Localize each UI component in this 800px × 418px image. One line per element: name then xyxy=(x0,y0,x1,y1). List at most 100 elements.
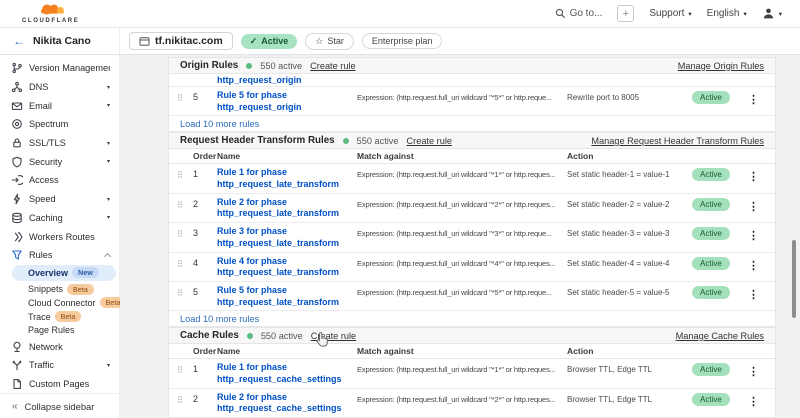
sidebar-item-traffic[interactable]: Traffic ▾ xyxy=(0,356,119,375)
sidebar-item-spectrum[interactable]: Spectrum xyxy=(0,115,119,134)
sidebar-item-network[interactable]: Network xyxy=(0,337,119,356)
status-dot-icon xyxy=(343,138,349,144)
sidebar-subitem-cloud-connector[interactable]: Cloud Connector Beta xyxy=(0,296,119,310)
caret-down-icon: ▾ xyxy=(107,102,110,109)
sidebar-item-caching[interactable]: Caching ▾ xyxy=(0,209,119,228)
rule-name-link[interactable]: Rule 2 for phasehttp_request_cache_setti… xyxy=(217,392,357,415)
sidebar-item-dns[interactable]: DNS ▾ xyxy=(0,78,119,97)
dns-icon xyxy=(11,81,23,93)
top-navbar: CLOUDFLARE Go to... + Support ▾ English … xyxy=(0,0,800,28)
subitem-label: Snippets xyxy=(28,284,63,294)
column-header-match: Match against xyxy=(357,346,567,356)
goto-search[interactable]: Go to... xyxy=(555,8,603,19)
sidebar-subitem-overview[interactable]: Overview New xyxy=(12,265,116,282)
kebab-menu-icon[interactable]: ⋮ xyxy=(748,90,759,106)
sidebar-subitem-page-rules[interactable]: Page Rules xyxy=(0,324,119,338)
rule-name-line2: http_request_origin xyxy=(217,75,357,87)
star-icon: ☆ xyxy=(315,36,323,47)
sidebar-item-label: DNS xyxy=(29,82,101,92)
sidebar-item-label: Speed xyxy=(29,194,101,204)
language-menu[interactable]: English ▾ xyxy=(707,8,747,19)
manage-transform-rules-link[interactable]: Manage Request Header Transform Rules xyxy=(591,136,764,146)
vertical-scrollbar[interactable] xyxy=(792,240,796,318)
rule-name-link[interactable]: Rule 2 for phasehttp_request_late_transf… xyxy=(217,197,357,220)
sidebar-item-email[interactable]: Email ▾ xyxy=(0,96,119,115)
drag-handle-icon[interactable]: ⠿ xyxy=(177,90,193,103)
drag-handle-icon[interactable]: ⠿ xyxy=(177,285,193,298)
user-menu[interactable]: ▾ xyxy=(762,7,782,20)
sidebar-item-custom-pages[interactable]: Custom Pages xyxy=(0,375,119,394)
support-menu[interactable]: Support ▾ xyxy=(649,8,691,19)
rule-name-link[interactable]: Rule 5 for phasehttp_request_origin xyxy=(217,90,357,113)
kebab-menu-icon[interactable]: ⋮ xyxy=(748,226,759,242)
kebab-menu-icon[interactable]: ⋮ xyxy=(748,392,759,408)
rule-name-line1: Rule 2 for phase xyxy=(217,197,357,209)
load-more-rules-link[interactable]: Load 10 more rules xyxy=(169,116,775,132)
rule-name-line2: http_request_late_transform xyxy=(217,238,357,250)
create-rule-link[interactable]: Create rule xyxy=(310,61,355,71)
spectrum-icon xyxy=(11,118,23,130)
rule-name-link[interactable]: Rule 3 for phasehttp_request_late_transf… xyxy=(217,226,357,249)
column-header-action: Action xyxy=(567,346,692,356)
rule-name-link[interactable]: Rule 4 for phasehttp_request_late_transf… xyxy=(217,256,357,279)
rule-name-line2: http_request_cache_settings xyxy=(217,403,357,415)
create-rule-link[interactable]: Create rule xyxy=(311,331,356,341)
caret-down-icon: ▾ xyxy=(779,10,782,18)
sidebar-item-label: Spectrum xyxy=(29,119,110,129)
plus-icon: + xyxy=(623,8,629,20)
manage-cache-rules-link[interactable]: Manage Cache Rules xyxy=(676,331,764,341)
rule-action: Set static header-1 = value-1 xyxy=(567,167,692,179)
rule-name-link[interactable]: Rule 5 for phasehttp_request_late_transf… xyxy=(217,285,357,308)
kebab-menu-icon[interactable]: ⋮ xyxy=(748,362,759,378)
rule-match: Expression: (http.request.full_uri wildc… xyxy=(357,362,567,374)
drag-handle-icon[interactable]: ⠿ xyxy=(177,167,193,180)
drag-handle-icon[interactable]: ⠿ xyxy=(177,256,193,269)
section-cache-rules-header: Cache Rules 550 active Create rule Manag… xyxy=(169,327,775,344)
workers-icon xyxy=(11,231,23,243)
caret-down-icon: ▾ xyxy=(107,84,110,91)
cloudflare-logo[interactable]: CLOUDFLARE xyxy=(22,3,79,24)
star-button[interactable]: ☆ Star xyxy=(305,33,354,50)
account-back[interactable]: ← Nikita Cano xyxy=(0,28,120,54)
kebab-menu-icon[interactable]: ⋮ xyxy=(748,256,759,272)
rule-action: Set static header-3 = value-3 xyxy=(567,226,692,238)
domain-name: tf.nikitac.com xyxy=(155,35,223,47)
create-rule-link[interactable]: Create rule xyxy=(407,136,452,146)
rule-name-link[interactable]: Rule 1 for phasehttp_request_cache_setti… xyxy=(217,362,357,385)
drag-handle-icon[interactable]: ⠿ xyxy=(177,362,193,375)
drag-handle-icon[interactable]: ⠿ xyxy=(177,197,193,210)
table-row: ⠿ 1 Rule 1 for phasehttp_request_late_tr… xyxy=(169,164,775,193)
sidebar-subitem-trace[interactable]: Trace Beta xyxy=(0,310,119,324)
sidebar-item-label: Email xyxy=(29,101,101,111)
sidebar-subitem-snippets[interactable]: Snippets Beta xyxy=(0,282,119,296)
sidebar-item-label: Network xyxy=(29,342,110,352)
add-button[interactable]: + xyxy=(617,5,634,22)
table-row: ⠿ 2 Rule 2 for phasehttp_request_cache_s… xyxy=(169,389,775,418)
sidebar-item-version-management[interactable]: Version Management xyxy=(0,59,119,78)
drag-handle-icon[interactable]: ⠿ xyxy=(177,226,193,239)
sidebar-item-label: Rules xyxy=(29,250,99,260)
drag-handle-icon[interactable]: ⠿ xyxy=(177,392,193,405)
sidebar-item-workers-routes[interactable]: Workers Routes xyxy=(0,227,119,246)
rule-name-link[interactable]: http_request_origin xyxy=(217,74,357,87)
sidebar-item-access[interactable]: Access xyxy=(0,171,119,190)
load-more-rules-link[interactable]: Load 10 more rules xyxy=(169,311,775,327)
status-badge: Active xyxy=(692,286,730,299)
manage-origin-rules-link[interactable]: Manage Origin Rules xyxy=(678,61,764,71)
rule-name-line1: Rule 3 for phase xyxy=(217,226,357,238)
sidebar-item-security[interactable]: Security ▾ xyxy=(0,152,119,171)
domain-selector[interactable]: tf.nikitac.com xyxy=(129,32,233,50)
kebab-menu-icon[interactable]: ⋮ xyxy=(748,197,759,213)
sidebar-item-rules[interactable]: Rules xyxy=(0,246,119,265)
kebab-menu-icon[interactable]: ⋮ xyxy=(748,167,759,183)
sidebar-item-speed[interactable]: Speed ▾ xyxy=(0,190,119,209)
rule-match: Expression: (http.request.full_uri wildc… xyxy=(357,90,567,102)
check-icon: ✓ xyxy=(250,36,258,47)
rule-name-line2: http_request_late_transform xyxy=(217,297,357,309)
collapse-sidebar-button[interactable]: « Collapse sidebar xyxy=(0,393,119,418)
rule-order: 3 xyxy=(193,226,217,238)
kebab-menu-icon[interactable]: ⋮ xyxy=(748,285,759,301)
rule-action: Set static header-5 = value-5 xyxy=(567,285,692,297)
rule-name-link[interactable]: Rule 1 for phasehttp_request_late_transf… xyxy=(217,167,357,190)
sidebar-item-ssl-tls[interactable]: SSL/TLS ▾ xyxy=(0,134,119,153)
